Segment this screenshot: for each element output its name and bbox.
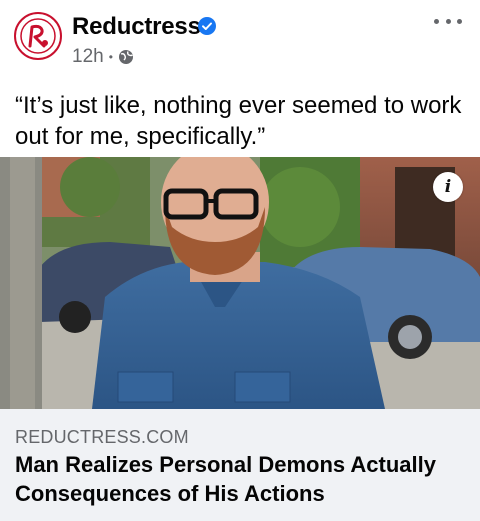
more-dot (457, 18, 462, 24)
more-dot (445, 18, 451, 24)
link-preview-image[interactable] (0, 157, 480, 409)
more-dot (434, 18, 439, 24)
post-meta: 12h • (72, 46, 134, 68)
post-timestamp[interactable]: 12h (72, 46, 104, 68)
link-preview-box[interactable]: REDUCTRESS.COM Man Realizes Personal Dem… (0, 409, 480, 521)
link-domain: REDUCTRESS.COM (15, 427, 189, 447)
reductress-logo-icon (20, 18, 56, 54)
meta-separator: • (108, 50, 113, 64)
post-caption: “It’s just like, nothing ever seemed to … (15, 92, 462, 150)
link-headline[interactable]: Man Realizes Personal Demons Actually Co… (15, 450, 470, 508)
info-icon[interactable]: i (433, 172, 463, 202)
article-photo (0, 157, 480, 409)
verified-badge-icon (198, 17, 216, 35)
globe-icon[interactable] (118, 49, 134, 65)
page-avatar[interactable] (14, 12, 62, 60)
more-options-icon[interactable] (434, 10, 462, 32)
post-header: Reductress 12h • (0, 0, 480, 78)
page-name[interactable]: Reductress (72, 13, 201, 41)
